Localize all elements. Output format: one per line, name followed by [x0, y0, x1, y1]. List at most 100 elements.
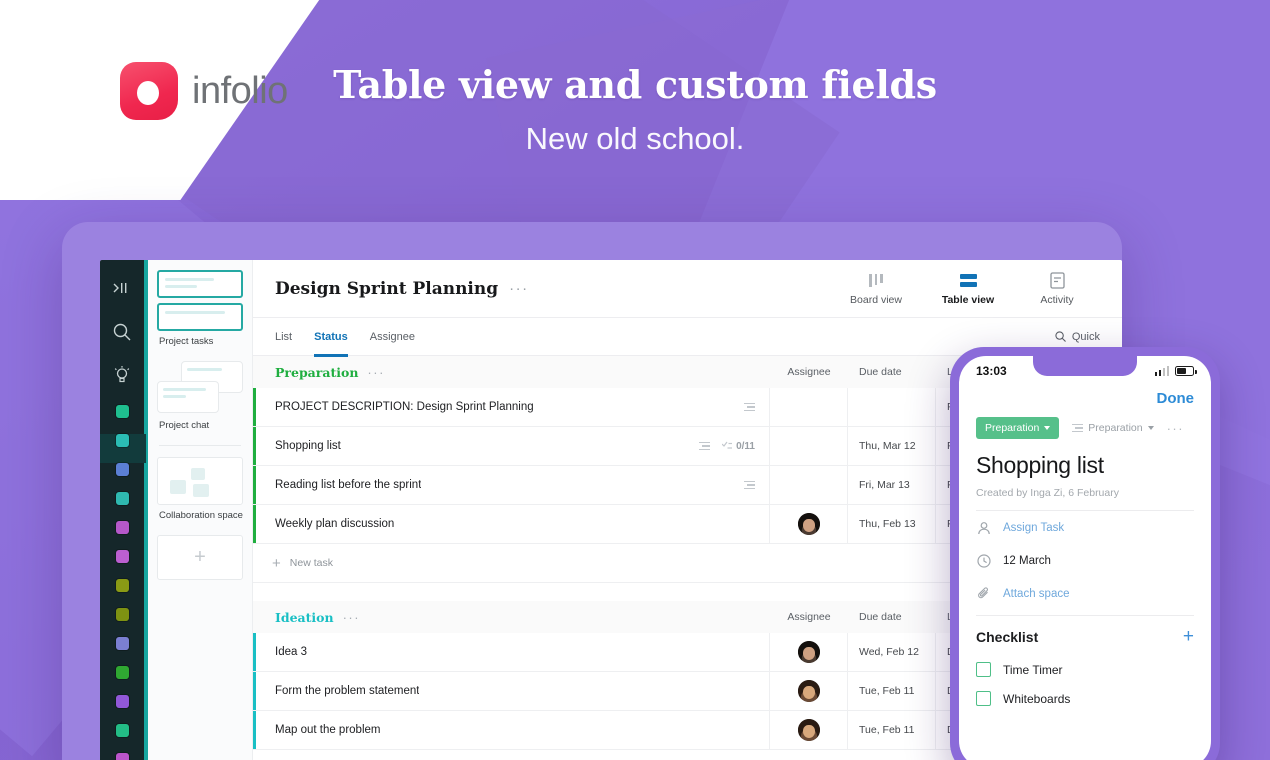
task-name-cell[interactable]: Shopping list 0/11	[256, 427, 770, 465]
group-name: Ideation	[275, 609, 334, 625]
project-chip-swatch	[115, 695, 129, 709]
column-header[interactable]: Due date	[848, 611, 936, 623]
project-chip[interactable]	[100, 695, 146, 724]
done-button[interactable]: Done	[959, 386, 1211, 417]
task-name: Form the problem statement	[275, 685, 420, 697]
checklist-item-label: Whiteboards	[1003, 691, 1071, 706]
due-date-cell[interactable]: Fri, Mar 13	[848, 466, 936, 504]
table-view-button[interactable]: Table view	[922, 272, 1014, 306]
project-chip[interactable]	[100, 637, 146, 666]
project-chip[interactable]	[100, 463, 146, 492]
task-name-cell[interactable]: Weekly plan discussion	[256, 505, 770, 543]
search-icon[interactable]	[107, 318, 137, 346]
assignee-cell[interactable]	[770, 633, 848, 671]
quick-search[interactable]: Quick	[1055, 331, 1100, 343]
project-chip[interactable]	[100, 666, 146, 695]
due-date-cell[interactable]	[848, 388, 936, 426]
project-more-button[interactable]: ···	[509, 280, 529, 297]
checklist-item[interactable]: Time Timer	[976, 655, 1194, 684]
project-chip[interactable]	[100, 492, 146, 521]
app-topbar: Design Sprint Planning ··· Board view Ta…	[253, 260, 1122, 318]
task-name-cell[interactable]: Map out the problem	[256, 711, 770, 749]
assign-task-row[interactable]: Assign Task	[976, 511, 1194, 544]
add-checklist-item-button[interactable]: +	[1183, 627, 1194, 646]
board-view-button[interactable]: Board view	[830, 272, 922, 306]
group-more-button[interactable]: ···	[343, 610, 361, 625]
checklist-count-label: 0/11	[736, 440, 755, 452]
project-chip[interactable]	[100, 405, 146, 434]
project-chip-swatch	[115, 579, 129, 593]
task-more-button[interactable]: ···	[1167, 421, 1185, 436]
checklist-header: Checklist +	[976, 616, 1194, 655]
status-badge[interactable]: Preparation	[976, 417, 1060, 439]
due-date-cell[interactable]: Thu, Mar 12	[848, 427, 936, 465]
task-name: PROJECT DESCRIPTION: Design Sprint Plann…	[275, 401, 534, 413]
person-icon	[976, 520, 991, 535]
project-chip[interactable]	[100, 579, 146, 608]
task-name: Idea 3	[275, 646, 307, 658]
assignee-cell[interactable]	[770, 505, 848, 543]
project-chip-swatch	[115, 753, 129, 760]
avatar[interactable]	[797, 641, 820, 663]
collapse-panel-icon[interactable]	[107, 274, 137, 302]
phone-task-title: Shopping list	[976, 452, 1104, 478]
column-header[interactable]: Due date	[848, 366, 936, 378]
avatar[interactable]	[797, 513, 820, 535]
project-chip[interactable]	[100, 753, 146, 760]
group-more-button[interactable]: ···	[367, 365, 385, 380]
task-name: Shopping list	[275, 440, 341, 452]
due-date-row[interactable]: 12 March	[976, 544, 1194, 577]
due-date-cell[interactable]: Thu, Feb 13	[848, 505, 936, 543]
due-date-cell[interactable]: Tue, Feb 11	[848, 672, 936, 710]
task-name-cell[interactable]: Idea 3	[256, 633, 770, 671]
checkbox-icon[interactable]	[976, 662, 991, 677]
project-chip-swatch	[115, 463, 129, 477]
project-chip[interactable]	[100, 608, 146, 637]
tab-assignee[interactable]: Assignee	[370, 318, 415, 356]
status-badge-label: Preparation	[985, 422, 1040, 434]
project-chip-swatch	[115, 666, 129, 680]
project-chip[interactable]	[100, 434, 146, 464]
column-header[interactable]: Assignee	[770, 366, 848, 378]
attach-space-row[interactable]: Attach space	[976, 577, 1194, 610]
add-space-button[interactable]: +	[157, 534, 243, 580]
ideas-lightbulb-icon[interactable]	[107, 361, 137, 389]
column-header[interactable]: Assignee	[770, 611, 848, 623]
board-view-icon	[869, 273, 883, 287]
checklist-count: 0/11	[722, 441, 755, 452]
project-chip[interactable]	[100, 521, 146, 550]
assignee-cell[interactable]	[770, 466, 848, 504]
activity-document-icon	[1049, 271, 1065, 289]
due-date-cell[interactable]: Tue, Feb 11	[848, 711, 936, 749]
avatar[interactable]	[797, 680, 820, 702]
checkbox-icon[interactable]	[976, 691, 991, 706]
due-date-cell[interactable]: Wed, Feb 12	[848, 633, 936, 671]
avatar[interactable]	[797, 719, 820, 741]
space-card-collaboration[interactable]: Collaboration space	[157, 456, 243, 522]
tab-list[interactable]: List	[275, 318, 292, 356]
task-name-cell[interactable]: Reading list before the sprint	[256, 466, 770, 504]
plus-icon: +	[272, 554, 281, 572]
created-by-label: Created by Inga Zi, 6 February	[976, 487, 1194, 511]
project-chip[interactable]	[100, 724, 146, 753]
project-chip[interactable]	[100, 550, 146, 579]
assignee-cell[interactable]	[770, 672, 848, 710]
assignee-cell[interactable]	[770, 711, 848, 749]
assignee-cell[interactable]	[770, 388, 848, 426]
group-name: Preparation	[275, 364, 359, 380]
new-task-label: New task	[289, 557, 333, 569]
checklist-item[interactable]: Whiteboards	[976, 684, 1194, 713]
activity-button[interactable]: Activity	[1014, 271, 1100, 306]
chevron-down-icon	[1147, 426, 1154, 430]
list-badge-label: Preparation	[1088, 422, 1143, 434]
space-card-project-chat[interactable]: Project chat	[157, 360, 243, 432]
list-badge[interactable]: Preparation	[1072, 422, 1154, 434]
quick-search-label: Quick	[1071, 330, 1100, 343]
task-badges: Preparation Preparation ···	[976, 417, 1194, 439]
space-card-project-tasks[interactable]: Project tasks	[157, 270, 243, 348]
assignee-cell[interactable]	[770, 427, 848, 465]
task-name-cell[interactable]: Form the problem statement	[256, 672, 770, 710]
task-name: Map out the problem	[275, 724, 381, 736]
task-name-cell[interactable]: PROJECT DESCRIPTION: Design Sprint Plann…	[256, 388, 770, 426]
tab-status[interactable]: Status	[314, 318, 348, 357]
